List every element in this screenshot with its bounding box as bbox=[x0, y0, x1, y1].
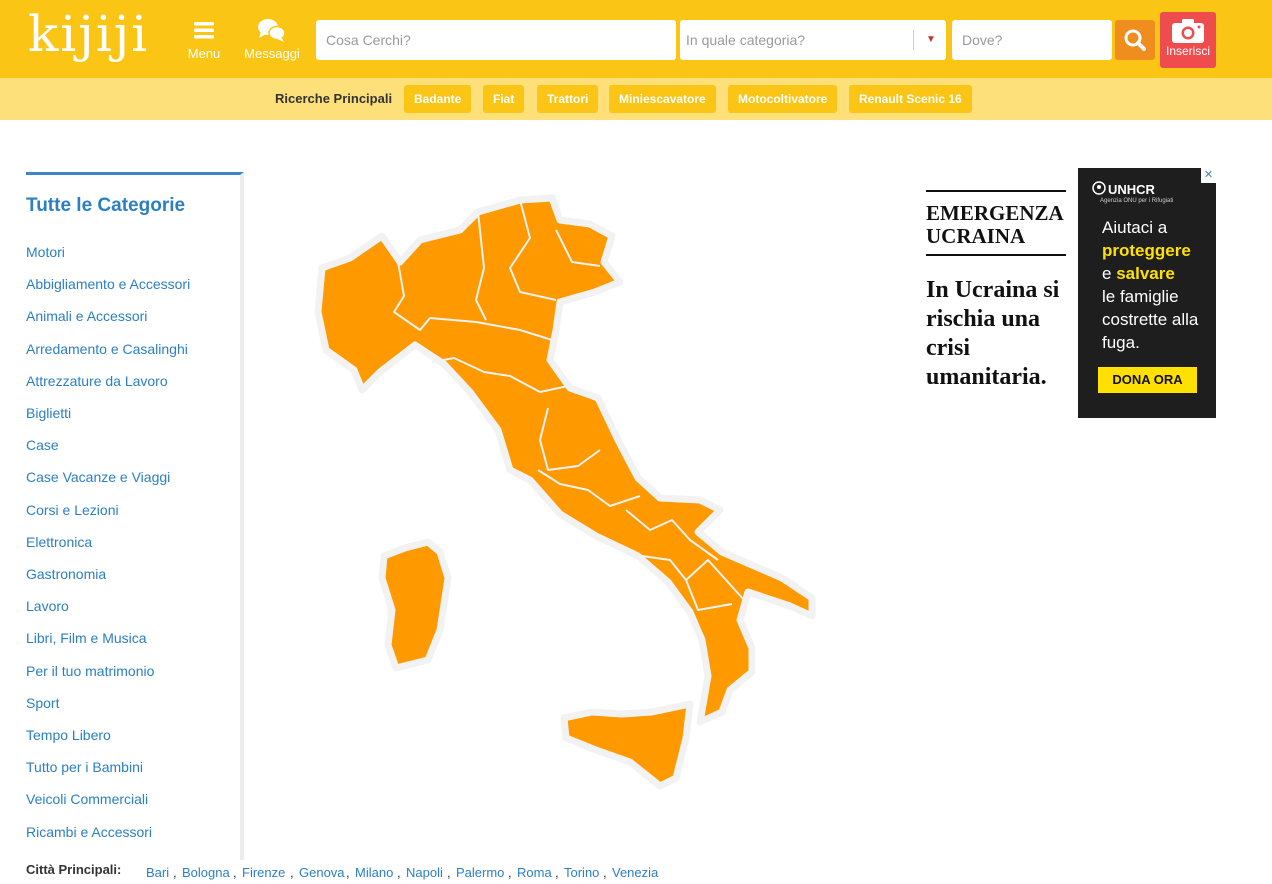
italy-regions-map[interactable] bbox=[300, 185, 830, 800]
category-link[interactable]: Per il tuo matrimonio bbox=[26, 663, 154, 679]
city-separator: , bbox=[173, 865, 177, 880]
post-ad-label: Inserisci bbox=[1165, 44, 1210, 58]
kijiji-logo[interactable]: kijiji bbox=[28, 4, 149, 64]
category-link[interactable]: Veicoli Commerciali bbox=[26, 791, 148, 807]
donate-button[interactable]: DONA ORA bbox=[1098, 367, 1197, 393]
ad-highlight: salvare bbox=[1116, 264, 1175, 283]
city-separator: , bbox=[447, 865, 451, 880]
category-link[interactable]: Ricambi e Accessori bbox=[26, 824, 152, 840]
map-region-sicily bbox=[560, 700, 694, 790]
category-link[interactable]: Animali e Accessori bbox=[26, 308, 147, 324]
city-link[interactable]: Bari bbox=[146, 865, 169, 880]
category-select-value: In quale categoria? bbox=[686, 32, 806, 48]
city-separator: , bbox=[397, 865, 401, 880]
category-link[interactable]: Abbigliamento e Accessori bbox=[26, 276, 190, 292]
city-separator: , bbox=[233, 865, 237, 880]
unhcr-logo-icon bbox=[1092, 181, 1106, 195]
ad-message: Aiutaci a proteggere e salvare le famigl… bbox=[1102, 216, 1202, 354]
messages-label: Messaggi bbox=[244, 46, 300, 61]
category-link[interactable]: Gastronomia bbox=[26, 566, 106, 582]
menu-button[interactable]: Menu bbox=[186, 16, 222, 61]
select-divider bbox=[913, 30, 914, 50]
city-link[interactable]: Genova bbox=[299, 865, 345, 880]
ad-close-icon[interactable]: ✕ bbox=[1201, 168, 1216, 183]
category-sidebar: Tutte le Categorie Motori Abbigliamento … bbox=[26, 172, 244, 860]
city-separator: , bbox=[290, 865, 294, 880]
top-search-chip[interactable]: Fiat bbox=[483, 85, 525, 113]
city-link[interactable]: Torino bbox=[564, 865, 599, 880]
ad-text: Aiutaci a bbox=[1102, 218, 1168, 237]
city-separator: , bbox=[346, 865, 350, 880]
ad-highlight: proteggere bbox=[1102, 241, 1191, 260]
city-link[interactable]: Milano bbox=[355, 865, 393, 880]
menu-label: Menu bbox=[187, 46, 221, 61]
city-link[interactable]: Bologna bbox=[182, 865, 230, 880]
search-button[interactable] bbox=[1115, 20, 1155, 60]
map-region-sardinia bbox=[378, 538, 452, 672]
category-link[interactable]: Sport bbox=[26, 695, 59, 711]
top-search-chip[interactable]: Motocoltivatore bbox=[728, 85, 838, 113]
top-search-chip[interactable]: Badante bbox=[404, 85, 472, 113]
category-select[interactable]: In quale categoria? ▼ bbox=[680, 20, 946, 60]
sidebar-title: Tutte le Categorie bbox=[26, 195, 186, 216]
category-link[interactable]: Arredamento e Casalinghi bbox=[26, 341, 188, 357]
search-input[interactable] bbox=[316, 20, 676, 60]
ad-text: e bbox=[1102, 264, 1112, 283]
category-link[interactable]: Case bbox=[26, 437, 59, 453]
city-link[interactable]: Napoli bbox=[406, 865, 443, 880]
city-link[interactable]: Palermo bbox=[456, 865, 504, 880]
ad-rule bbox=[926, 190, 1066, 192]
city-link[interactable]: Venezia bbox=[612, 865, 658, 880]
messages-button[interactable]: Messaggi bbox=[240, 16, 304, 61]
top-search-chip[interactable]: Trattori bbox=[537, 85, 599, 113]
main-cities-label: Città Principali: bbox=[26, 862, 122, 877]
camera-icon bbox=[1172, 19, 1204, 43]
unhcr-ad-banner[interactable]: ✕ UNHCR Agenzia ONU per i Rifugiati Aiut… bbox=[1078, 168, 1216, 418]
post-ad-button[interactable]: Inserisci bbox=[1160, 12, 1216, 68]
top-searches-bar: Ricerche Principali Badante Fiat Trattor… bbox=[0, 78, 1272, 120]
city-separator: , bbox=[603, 865, 607, 880]
city-separator: , bbox=[555, 865, 559, 880]
city-link[interactable]: Roma bbox=[517, 865, 552, 880]
category-link[interactable]: Attrezzature da Lavoro bbox=[26, 373, 168, 389]
category-link[interactable]: Tutto per i Bambini bbox=[26, 759, 143, 775]
category-link[interactable]: Tempo Libero bbox=[26, 727, 111, 743]
category-link[interactable]: Corsi e Lezioni bbox=[26, 502, 119, 518]
category-link[interactable]: Libri, Film e Musica bbox=[26, 630, 147, 646]
category-link[interactable]: Lavoro bbox=[26, 598, 69, 614]
city-link[interactable]: Firenze bbox=[242, 865, 285, 880]
ad-title: EMERGENZA UCRAINA bbox=[926, 201, 1063, 248]
chat-bubbles-icon bbox=[258, 19, 286, 42]
header: kijiji Menu Messaggi In quale categoria?… bbox=[0, 0, 1272, 78]
category-link[interactable]: Elettronica bbox=[26, 534, 92, 550]
ad-brand: UNHCR bbox=[1108, 182, 1155, 197]
caret-down-icon: ▼ bbox=[926, 34, 936, 45]
top-search-chip[interactable]: Renault Scenic 16 bbox=[849, 85, 972, 113]
category-link[interactable]: Case Vacanze e Viaggi bbox=[26, 469, 170, 485]
ad-rule bbox=[926, 254, 1066, 256]
top-searches-label: Ricerche Principali bbox=[275, 91, 393, 106]
magnifier-icon bbox=[1124, 29, 1146, 51]
category-link[interactable]: Biglietti bbox=[26, 405, 71, 421]
location-input[interactable] bbox=[952, 20, 1112, 60]
top-search-chip[interactable]: Miniescavatore bbox=[609, 85, 716, 113]
ad-headline-panel[interactable]: EMERGENZA UCRAINA In Ucraina si rischia … bbox=[926, 190, 1066, 392]
city-separator: , bbox=[508, 865, 512, 880]
ad-brand-sub: Agenzia ONU per i Rifugiati bbox=[1100, 198, 1174, 204]
hamburger-icon bbox=[194, 22, 214, 39]
category-link[interactable]: Motori bbox=[26, 244, 65, 260]
ad-text: le famiglie costrette alla fuga. bbox=[1102, 287, 1199, 352]
ad-body-text: In Ucraina si rischia una crisi umanitar… bbox=[926, 277, 1060, 390]
